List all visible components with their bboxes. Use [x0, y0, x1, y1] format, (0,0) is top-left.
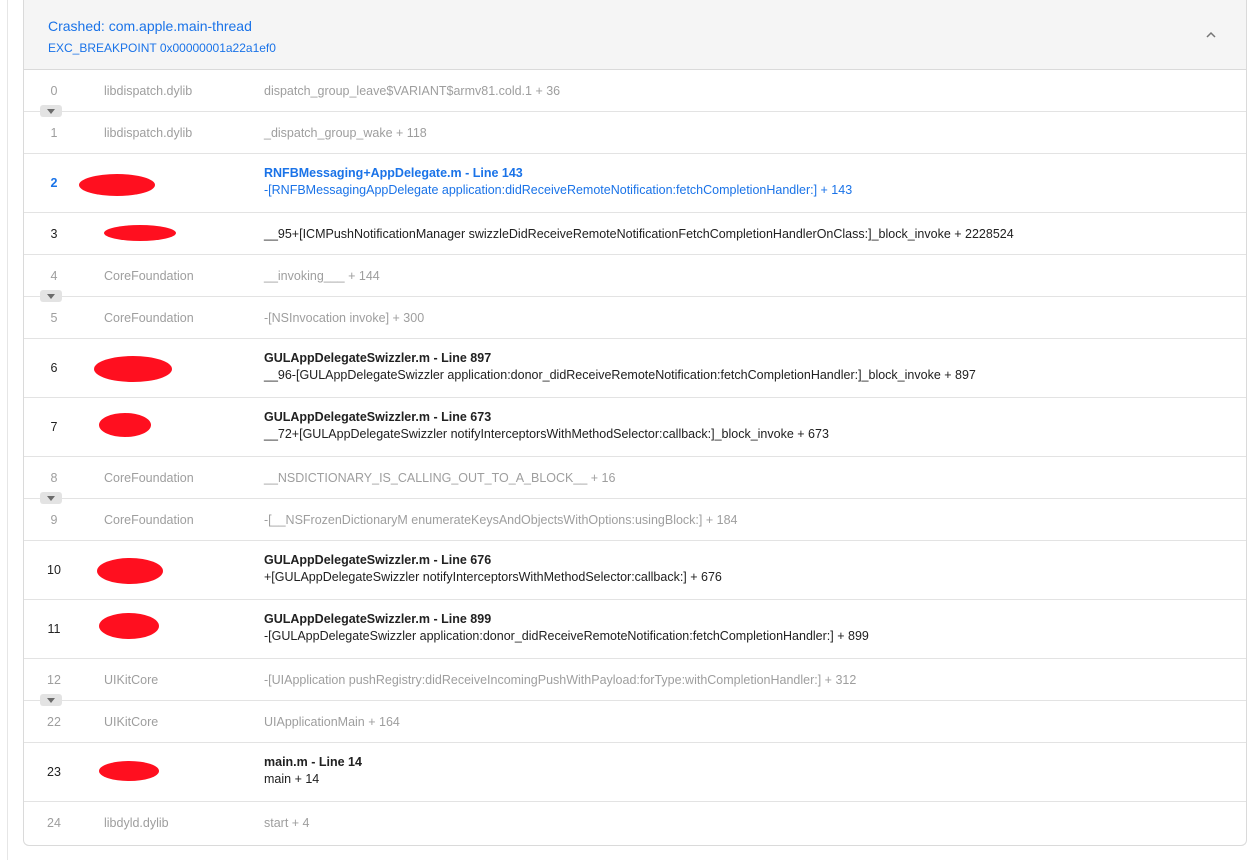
- frame-number: 1: [50, 126, 58, 140]
- frame-number: 23: [47, 765, 61, 779]
- frame-symbol: -[__NSFrozenDictionaryM enumerateKeysAnd…: [264, 513, 738, 527]
- frame-library: libdyld.dylib: [104, 816, 169, 830]
- frame-library: CoreFoundation: [104, 471, 194, 485]
- frame-symbol: -[RNFBMessagingAppDelegate application:d…: [264, 183, 853, 197]
- frame-row-5[interactable]: 5 CoreFoundation -[NSInvocation invoke] …: [24, 297, 1246, 339]
- frame-library: CoreFoundation: [104, 311, 194, 325]
- redaction-mark: [94, 356, 172, 382]
- frame-number: 8: [50, 471, 58, 485]
- frame-symbol: __96-[GULAppDelegateSwizzler application…: [264, 368, 976, 382]
- frame-number: 10: [47, 563, 61, 577]
- frame-symbol: -[NSInvocation invoke] + 300: [264, 311, 425, 325]
- frame-source: main.m - Line 14 main + 14: [264, 755, 362, 786]
- redaction-mark: [104, 225, 176, 241]
- frame-symbol: dispatch_group_leave$VARIANT$armv81.cold…: [264, 84, 561, 98]
- frame-number: 24: [47, 816, 61, 830]
- exception-code: EXC_BREAKPOINT 0x00000001a22a1ef0: [48, 41, 276, 55]
- frame-row-11[interactable]: 11 GULAppDelegateSwizzler.m - Line 899 -…: [24, 600, 1246, 659]
- frame-number: 0: [50, 84, 58, 98]
- frame-file: GULAppDelegateSwizzler.m - Line 673: [264, 410, 492, 424]
- left-divider: [7, 0, 8, 860]
- frame-row-22[interactable]: 22 UIKitCore UIApplicationMain + 164: [24, 701, 1246, 743]
- frame-symbol: start + 4: [264, 816, 310, 830]
- frame-file: GULAppDelegateSwizzler.m - Line 897: [264, 351, 492, 365]
- frame-number: 22: [47, 715, 61, 729]
- frame-row-4[interactable]: 4 CoreFoundation __invoking___ + 144: [24, 255, 1246, 302]
- frame-symbol: __72+[GULAppDelegateSwizzler notifyInter…: [264, 427, 829, 441]
- frame-symbol: __invoking___ + 144: [264, 269, 380, 283]
- redaction-mark: [99, 413, 151, 437]
- frame-source: GULAppDelegateSwizzler.m - Line 673 __72…: [264, 410, 829, 441]
- expand-frames-button[interactable]: [40, 105, 62, 117]
- redaction-mark: [79, 174, 155, 196]
- frame-file: main.m - Line 14: [264, 755, 362, 769]
- frame-source: GULAppDelegateSwizzler.m - Line 899 -[GU…: [264, 612, 869, 643]
- frame-library: CoreFoundation: [104, 513, 194, 527]
- frame-row-7[interactable]: 7 GULAppDelegateSwizzler.m - Line 673 __…: [24, 398, 1246, 457]
- frame-symbol: __NSDICTIONARY_IS_CALLING_OUT_TO_A_BLOCK…: [264, 471, 616, 485]
- frame-symbol: UIApplicationMain + 164: [264, 715, 400, 729]
- frame-symbol: _dispatch_group_wake + 118: [264, 126, 427, 140]
- frame-row-10[interactable]: 10 GULAppDelegateSwizzler.m - Line 676 +…: [24, 541, 1246, 600]
- frame-number: 7: [50, 420, 58, 434]
- frame-number: 11: [47, 622, 61, 636]
- chevron-down-icon: [47, 496, 55, 501]
- thread-header[interactable]: Crashed: com.apple.main-thread EXC_BREAK…: [24, 0, 1246, 70]
- frame-source: RNFBMessaging+AppDelegate.m - Line 143 -…: [264, 166, 852, 197]
- chevron-up-icon[interactable]: [1206, 30, 1216, 40]
- frame-row-3[interactable]: 3 __95+[ICMPushNotificationManager swizz…: [24, 213, 1246, 255]
- frame-source: GULAppDelegateSwizzler.m - Line 897 __96…: [264, 351, 976, 382]
- frame-list: 0 libdispatch.dylib dispatch_group_leave…: [24, 70, 1246, 844]
- frame-symbol: -[UIApplication pushRegistry:didReceiveI…: [264, 673, 857, 687]
- expand-frames-button[interactable]: [40, 492, 62, 504]
- frame-number: 9: [50, 513, 58, 527]
- frame-number: 2: [50, 176, 58, 190]
- thread-title: Crashed: com.apple.main-thread: [48, 18, 252, 34]
- frame-symbol: +[GULAppDelegateSwizzler notifyIntercept…: [264, 570, 722, 584]
- frame-number: 4: [50, 269, 58, 283]
- frame-symbol: main + 14: [264, 772, 320, 786]
- frame-source: GULAppDelegateSwizzler.m - Line 676 +[GU…: [264, 553, 722, 584]
- chevron-down-icon: [47, 294, 55, 299]
- frame-row-0[interactable]: 0 libdispatch.dylib dispatch_group_leave…: [24, 70, 1246, 117]
- frame-file: GULAppDelegateSwizzler.m - Line 899: [264, 612, 492, 626]
- redaction-mark: [99, 761, 159, 781]
- frame-row-9[interactable]: 9 CoreFoundation -[__NSFrozenDictionaryM…: [24, 499, 1246, 541]
- frame-file: RNFBMessaging+AppDelegate.m - Line 143: [264, 166, 523, 180]
- frame-symbol: -[GULAppDelegateSwizzler application:don…: [264, 629, 869, 643]
- expand-frames-button[interactable]: [40, 290, 62, 302]
- frame-row-1[interactable]: 1 libdispatch.dylib _dispatch_group_wake…: [24, 112, 1246, 154]
- frame-row-2[interactable]: 2 RNFBMessaging+AppDelegate.m - Line 143…: [24, 154, 1246, 213]
- frame-row-24[interactable]: 24 libdyld.dylib start + 4: [24, 802, 1246, 844]
- frame-row-12[interactable]: 12 UIKitCore -[UIApplication pushRegistr…: [24, 659, 1246, 706]
- frame-library: CoreFoundation: [104, 269, 194, 283]
- frame-number: 6: [50, 361, 58, 375]
- frame-library: libdispatch.dylib: [104, 84, 193, 98]
- redaction-mark: [99, 613, 159, 639]
- frame-number: 12: [47, 673, 61, 687]
- frame-symbol: __95+[ICMPushNotificationManager swizzle…: [264, 227, 1014, 241]
- frame-row-6[interactable]: 6 GULAppDelegateSwizzler.m - Line 897 __…: [24, 339, 1246, 398]
- redaction-mark: [97, 558, 163, 584]
- chevron-down-icon: [47, 698, 55, 703]
- chevron-down-icon: [47, 109, 55, 114]
- frame-number: 3: [50, 227, 58, 241]
- expand-frames-button[interactable]: [40, 694, 62, 706]
- stack-trace-panel: Crashed: com.apple.main-thread EXC_BREAK…: [23, 0, 1247, 846]
- frame-file: GULAppDelegateSwizzler.m - Line 676: [264, 553, 492, 567]
- frame-number: 5: [50, 311, 58, 325]
- frame-row-23[interactable]: 23 main.m - Line 14 main + 14: [24, 743, 1246, 802]
- frame-library: libdispatch.dylib: [104, 126, 193, 140]
- frame-row-8[interactable]: 8 CoreFoundation __NSDICTIONARY_IS_CALLI…: [24, 457, 1246, 504]
- frame-library: UIKitCore: [104, 715, 159, 729]
- frame-library: UIKitCore: [104, 673, 159, 687]
